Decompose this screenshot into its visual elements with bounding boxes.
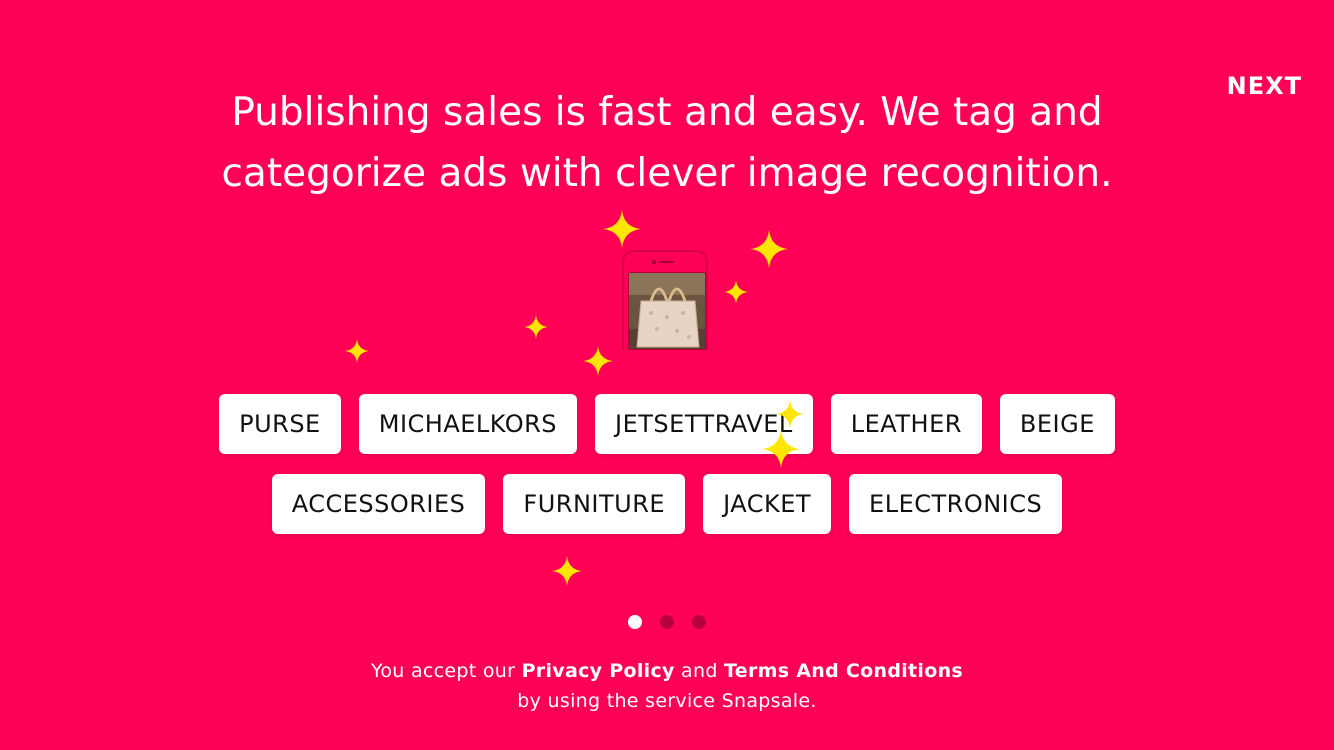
headline-line-2: categorize ads with clever image recogni… (221, 151, 1113, 196)
privacy-policy-link[interactable]: Privacy Policy (522, 660, 675, 682)
sparkle-icon (776, 400, 804, 428)
sparkle-icon (583, 346, 613, 376)
tag-chip[interactable]: JACKET (703, 474, 832, 534)
tag-chip[interactable]: LEATHER (830, 394, 982, 454)
tag-chip[interactable]: MICHAELKORS (358, 394, 578, 454)
sparkle-icon (552, 556, 582, 586)
tag-row-1: PURSE MICHAELKORS JETSETTRAVEL LEATHER B… (0, 394, 1334, 454)
legal-line-1: You accept our Privacy Policy and Terms … (0, 656, 1334, 686)
sparkle-icon (750, 230, 788, 268)
legal-and: and (681, 660, 718, 682)
page-dot-active[interactable] (628, 615, 642, 629)
tag-chip[interactable]: PURSE (219, 394, 341, 454)
tag-chip[interactable]: ELECTRONICS (849, 474, 1063, 534)
headline-line-1: Publishing sales is fast and easy. We ta… (231, 90, 1103, 135)
sparkle-icon (603, 210, 641, 248)
page-dot[interactable] (692, 615, 706, 629)
page-indicator (0, 615, 1334, 629)
page-dot[interactable] (660, 615, 674, 629)
tag-chip[interactable]: ACCESSORIES (271, 474, 486, 534)
legal-line-2: by using the service Snapsale. (517, 690, 817, 712)
sparkle-icon (762, 430, 800, 468)
tag-row-2: ACCESSORIES FURNITURE JACKET ELECTRONICS (0, 474, 1334, 534)
tag-chip[interactable]: BEIGE (999, 394, 1115, 454)
headline: Publishing sales is fast and easy. We ta… (0, 82, 1334, 204)
sparkle-icon (724, 280, 748, 304)
tag-chip[interactable]: FURNITURE (503, 474, 686, 534)
phone-speaker (660, 261, 674, 263)
sparkle-icon (524, 315, 548, 339)
legal-prefix: You accept our (370, 660, 516, 682)
legal-footer: You accept our Privacy Policy and Terms … (0, 656, 1334, 716)
phone-icon (622, 250, 708, 350)
sparkle-icon (345, 339, 369, 363)
phone-camera (652, 260, 656, 264)
purse-photo (628, 272, 706, 350)
terms-link[interactable]: Terms And Conditions (724, 660, 963, 682)
